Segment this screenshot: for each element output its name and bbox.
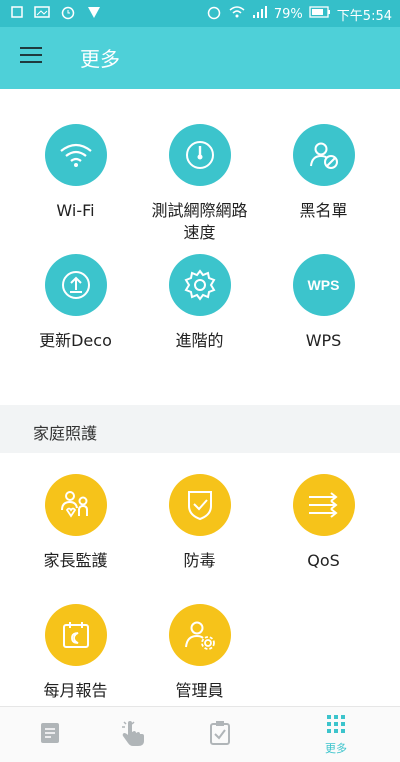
app-notification-icon xyxy=(86,4,102,24)
gear-icon xyxy=(168,254,231,316)
speed-test-item[interactable]: 測試網際網路 速度 xyxy=(133,124,266,244)
update-deco-label: 更新Deco xyxy=(39,331,112,350)
blocked-user-icon xyxy=(292,124,355,186)
nav-more[interactable]: 更多 xyxy=(286,707,386,762)
status-right-icons: 79% 下午5:54 xyxy=(206,4,392,24)
advanced-label: 進階的 xyxy=(175,331,224,350)
battery-percent: 79% xyxy=(273,6,303,22)
nav-clipboard[interactable] xyxy=(170,707,270,762)
wifi-label: Wi-Fi xyxy=(56,201,95,220)
wifi-status-icon xyxy=(228,4,246,24)
antivirus-label: 防毒 xyxy=(183,551,216,570)
alarm-status-icon xyxy=(206,4,222,24)
update-deco-item[interactable]: 更新Deco xyxy=(9,254,142,352)
advanced-item[interactable]: 進階的 xyxy=(133,254,266,352)
page-title: 更多 xyxy=(80,47,120,71)
calendar-moon-icon xyxy=(44,604,107,666)
hand-tap-icon xyxy=(119,719,145,751)
hamburger-menu-icon[interactable] xyxy=(20,47,42,67)
nav-more-label: 更多 xyxy=(325,741,347,755)
parental-controls-item[interactable]: 家長監護 xyxy=(9,474,142,572)
qos-item[interactable]: QoS xyxy=(257,474,390,572)
signal-icon xyxy=(252,5,268,23)
nav-tap[interactable] xyxy=(82,707,182,762)
section-title: 家庭照護 xyxy=(33,424,98,443)
qos-arrows-icon xyxy=(292,474,355,536)
image-icon xyxy=(34,5,50,23)
admin-user-gear-icon xyxy=(168,604,231,666)
shield-icon xyxy=(168,474,231,536)
family-icon xyxy=(44,474,107,536)
speed-test-label: 測試網際網路 速度 xyxy=(151,201,248,242)
speedometer-icon xyxy=(168,124,231,186)
wps-item[interactable]: WPS WPS xyxy=(257,254,390,352)
battery-icon xyxy=(309,6,331,22)
wifi-item[interactable]: Wi-Fi xyxy=(9,124,142,222)
monthly-report-label: 每月報告 xyxy=(43,681,108,700)
administrator-item[interactable]: 管理員 xyxy=(133,604,266,702)
document-icon xyxy=(39,721,61,749)
monthly-report-item[interactable]: 每月報告 xyxy=(9,604,142,702)
app-bar: 更多 xyxy=(0,27,400,89)
wps-icon-text: WPS xyxy=(307,277,340,293)
grid-dots-icon xyxy=(326,714,346,738)
alarm-icon xyxy=(60,4,76,24)
clipboard-check-icon xyxy=(208,720,232,750)
wifi-icon xyxy=(44,124,107,186)
wps-icon: WPS xyxy=(292,254,355,316)
status-left-icons xyxy=(10,4,102,24)
upload-icon xyxy=(44,254,107,316)
blacklist-item[interactable]: 黑名單 xyxy=(257,124,390,222)
wps-label: WPS xyxy=(305,331,342,350)
parental-controls-label: 家長監護 xyxy=(43,551,108,570)
qos-label: QoS xyxy=(307,551,340,570)
bottom-nav: 更多 xyxy=(0,706,400,762)
notification-icon xyxy=(10,5,24,23)
blacklist-label: 黑名單 xyxy=(299,201,348,220)
administrator-label: 管理員 xyxy=(175,681,224,700)
section-header: 家庭照護 xyxy=(0,405,400,453)
status-bar: 79% 下午5:54 xyxy=(0,0,400,27)
antivirus-item[interactable]: 防毒 xyxy=(133,474,266,572)
clock-time: 下午5:54 xyxy=(336,8,392,24)
